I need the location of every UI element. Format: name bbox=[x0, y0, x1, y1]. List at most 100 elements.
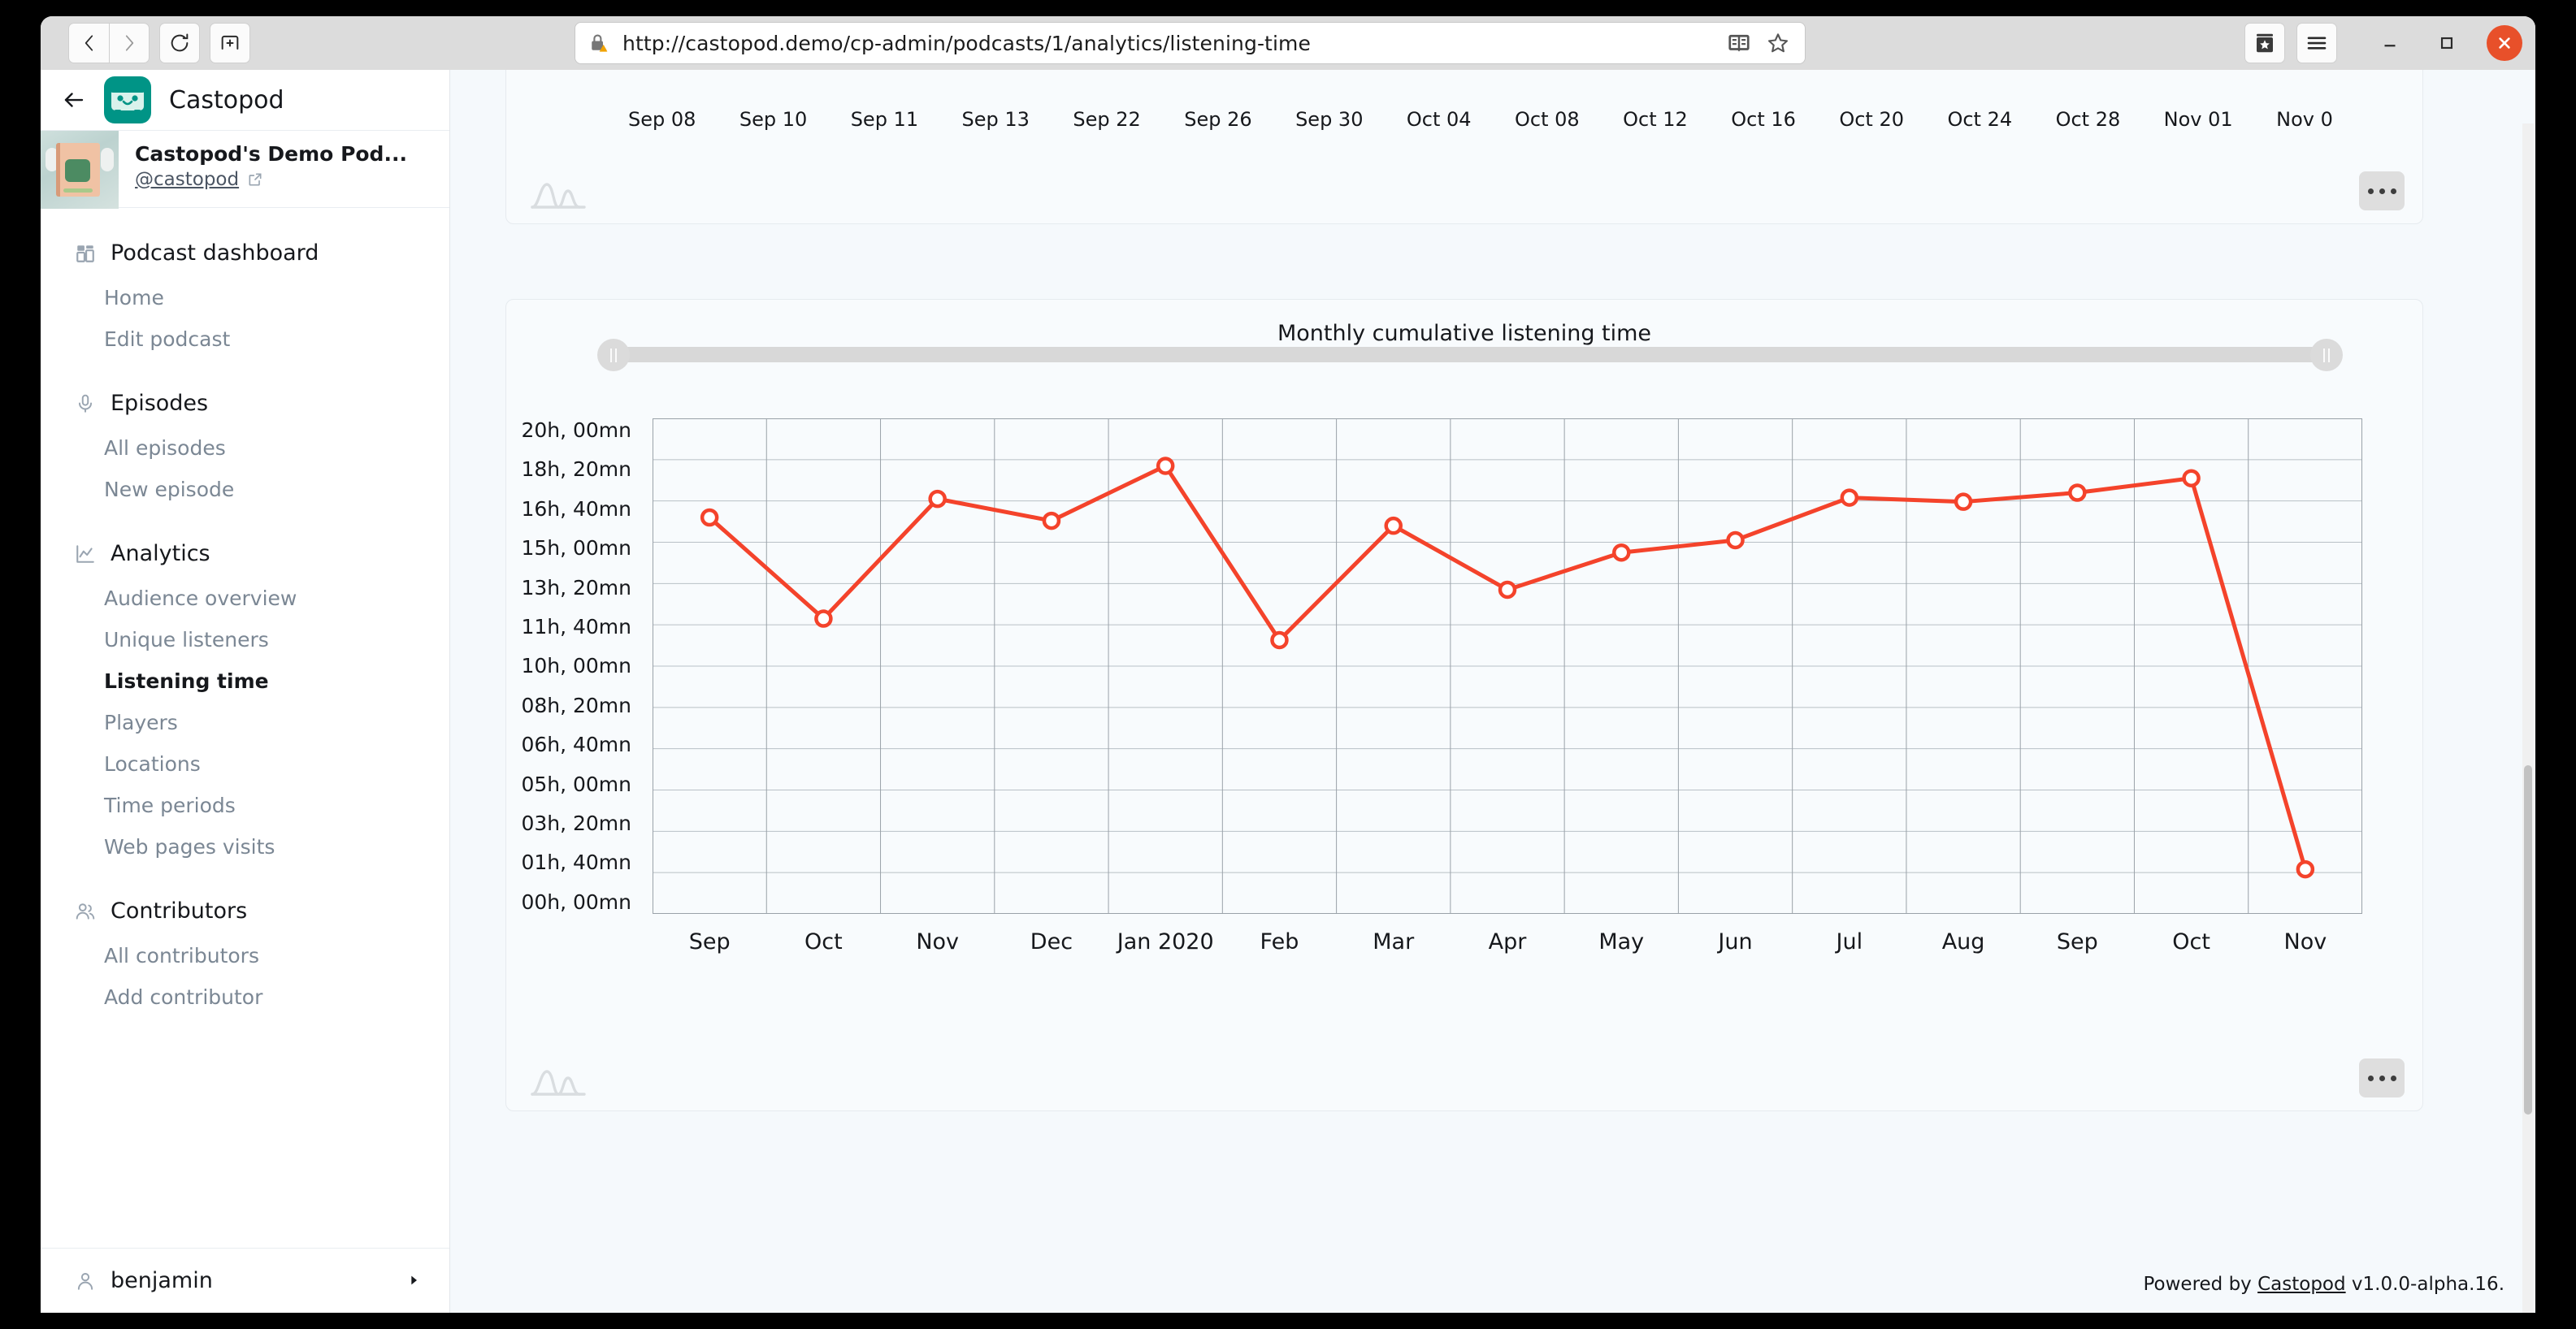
y-axis-tick: 16h, 40mn bbox=[521, 496, 631, 521]
hamburger-menu-icon bbox=[2307, 37, 2327, 50]
y-axis-tick: 06h, 40mn bbox=[521, 733, 631, 757]
sidebar-item-all-episodes[interactable]: All episodes bbox=[41, 427, 449, 469]
sidebar-item-unique-listeners[interactable]: Unique listeners bbox=[41, 619, 449, 660]
y-axis-tick: 20h, 00mn bbox=[521, 418, 631, 442]
y-axis-tick: 10h, 00mn bbox=[521, 654, 631, 678]
podcast-handle-link[interactable]: @castopod bbox=[135, 169, 407, 190]
chart-data-point[interactable] bbox=[2182, 469, 2201, 487]
x-axis-tick: Sep bbox=[688, 929, 731, 955]
chart-data-point[interactable] bbox=[1156, 457, 1175, 475]
sidebar-user-menu[interactable]: benjamin bbox=[41, 1248, 449, 1313]
users-icon bbox=[75, 901, 96, 922]
axis-tick-label: Nov 0 bbox=[2276, 108, 2333, 131]
new-tab-button[interactable] bbox=[210, 23, 250, 63]
footer-prefix: Powered by bbox=[2143, 1274, 2252, 1295]
chevron-right-icon bbox=[125, 35, 134, 51]
axis-tick-label: Sep 22 bbox=[1073, 108, 1141, 131]
chart-watermark-icon bbox=[531, 1068, 589, 1099]
sidebar-item-time-periods[interactable]: Time periods bbox=[41, 785, 449, 826]
close-button[interactable] bbox=[2487, 25, 2522, 61]
sidebar-item-home[interactable]: Home bbox=[41, 277, 449, 318]
axis-tick-label: Oct 28 bbox=[2055, 108, 2121, 131]
bookmarks-library-button[interactable] bbox=[2244, 23, 2285, 63]
user-icon bbox=[75, 1271, 96, 1292]
x-axis-tick: Jul bbox=[1836, 929, 1863, 955]
sidebar-item-all-contributors[interactable]: All contributors bbox=[41, 935, 449, 976]
footer-castopod-link[interactable]: Castopod bbox=[2257, 1274, 2346, 1295]
monthly-chart-more-button[interactable] bbox=[2359, 1058, 2405, 1097]
sidebar-item-add-contributor[interactable]: Add contributor bbox=[41, 976, 449, 1018]
chart-data-point[interactable] bbox=[928, 489, 947, 509]
sidebar-item-web-pages-visits[interactable]: Web pages visits bbox=[41, 826, 449, 868]
app-menu-button[interactable] bbox=[2296, 23, 2337, 63]
chart-data-point[interactable] bbox=[700, 508, 719, 527]
sidebar-back-button[interactable] bbox=[62, 88, 86, 112]
y-axis-tick: 13h, 20mn bbox=[521, 575, 631, 600]
sidebar-section-label: Contributors bbox=[111, 898, 248, 924]
line-chart-svg[interactable] bbox=[653, 418, 2362, 914]
reload-icon bbox=[171, 33, 189, 52]
x-axis-tick: Nov bbox=[916, 929, 960, 955]
sidebar-item-locations[interactable]: Locations bbox=[41, 743, 449, 785]
minimize-button[interactable] bbox=[2365, 20, 2415, 66]
sidebar-item-edit-podcast[interactable]: Edit podcast bbox=[41, 318, 449, 360]
chart-data-point[interactable] bbox=[1384, 516, 1403, 535]
x-axis-tick: Sep bbox=[2056, 929, 2098, 955]
chart-data-point[interactable] bbox=[1612, 543, 1631, 562]
sidebar-item-players[interactable]: Players bbox=[41, 702, 449, 743]
maximize-icon bbox=[2440, 37, 2453, 50]
library-star-icon bbox=[2257, 33, 2273, 53]
podcast-switcher[interactable]: Castopod's Demo Pod... @castopod bbox=[41, 130, 449, 209]
browser-window: http://castopod.demo/cp-admin/podcasts/1… bbox=[41, 16, 2535, 1313]
x-axis-tick: Apr bbox=[1488, 929, 1527, 955]
chart-data-point[interactable] bbox=[1726, 530, 1745, 550]
sidebar-header: Castopod bbox=[41, 70, 449, 130]
brand-name: Castopod bbox=[169, 85, 284, 115]
x-axis-tick: Jun bbox=[1718, 929, 1753, 955]
maximize-button[interactable] bbox=[2422, 20, 2472, 66]
dashboard-grid-icon bbox=[75, 243, 96, 264]
page-scrollbar-thumb[interactable] bbox=[2524, 765, 2532, 1115]
sidebar-section-contributors[interactable]: Contributors bbox=[41, 887, 449, 935]
x-axis-tick: Mar bbox=[1373, 929, 1415, 955]
podcast-title: Castopod's Demo Pod... bbox=[135, 142, 407, 166]
sidebar-section-episodes[interactable]: Episodes bbox=[41, 379, 449, 427]
axis-tick-label: Sep 08 bbox=[628, 108, 696, 131]
external-link-icon bbox=[249, 173, 262, 186]
main-content: Sep 08 Sep 10 Sep 11 Sep 13 Sep 22 Sep 2… bbox=[450, 70, 2535, 1313]
axis-tick-label: Sep 13 bbox=[961, 108, 1030, 131]
back-button[interactable] bbox=[68, 23, 109, 63]
chart-watermark-icon bbox=[531, 181, 589, 212]
chart-data-point[interactable] bbox=[1498, 580, 1517, 600]
x-axis-tick: Feb bbox=[1260, 929, 1299, 955]
chart-data-point[interactable] bbox=[1954, 492, 1973, 511]
page-footer: Powered by Castopod v1.0.0-alpha.16. bbox=[2143, 1274, 2504, 1295]
page-scrollbar-track[interactable] bbox=[2522, 123, 2534, 1313]
sidebar-item-audience-overview[interactable]: Audience overview bbox=[41, 578, 449, 619]
x-axis-tick: Aug bbox=[1941, 929, 1985, 955]
insecure-lock-icon[interactable] bbox=[587, 31, 611, 55]
sidebar-section-label: Episodes bbox=[111, 391, 209, 416]
reader-view-icon[interactable] bbox=[1727, 31, 1751, 55]
sidebar-item-new-episode[interactable]: New episode bbox=[41, 469, 449, 510]
bookmark-star-icon[interactable] bbox=[1766, 31, 1790, 55]
chart-data-point[interactable] bbox=[814, 609, 833, 628]
address-bar[interactable]: http://castopod.demo/cp-admin/podcasts/1… bbox=[575, 22, 1806, 64]
sidebar-item-listening-time[interactable]: Listening time bbox=[41, 660, 449, 702]
sidebar-section-analytics[interactable]: Analytics bbox=[41, 530, 449, 578]
axis-tick-label: Sep 26 bbox=[1184, 108, 1252, 131]
y-axis-tick: 03h, 20mn bbox=[521, 812, 631, 836]
navigation-buttons bbox=[68, 23, 250, 63]
chart-data-point[interactable] bbox=[2068, 483, 2087, 502]
sidebar-section-podcast-dashboard[interactable]: Podcast dashboard bbox=[41, 229, 449, 277]
chart-data-point[interactable] bbox=[1270, 630, 1289, 650]
chart-data-point[interactable] bbox=[1042, 511, 1061, 530]
chart-data-point[interactable] bbox=[1840, 488, 1859, 507]
daily-chart-more-button[interactable] bbox=[2359, 171, 2405, 210]
chart-data-point[interactable] bbox=[2296, 859, 2315, 879]
forward-button[interactable] bbox=[109, 23, 150, 63]
x-axis-tick: Dec bbox=[1030, 929, 1073, 955]
daily-axis-tick-labels: Sep 08 Sep 10 Sep 11 Sep 13 Sep 22 Sep 2… bbox=[506, 108, 2422, 131]
y-axis-tick: 18h, 20mn bbox=[521, 457, 631, 482]
reload-button[interactable] bbox=[159, 23, 200, 63]
